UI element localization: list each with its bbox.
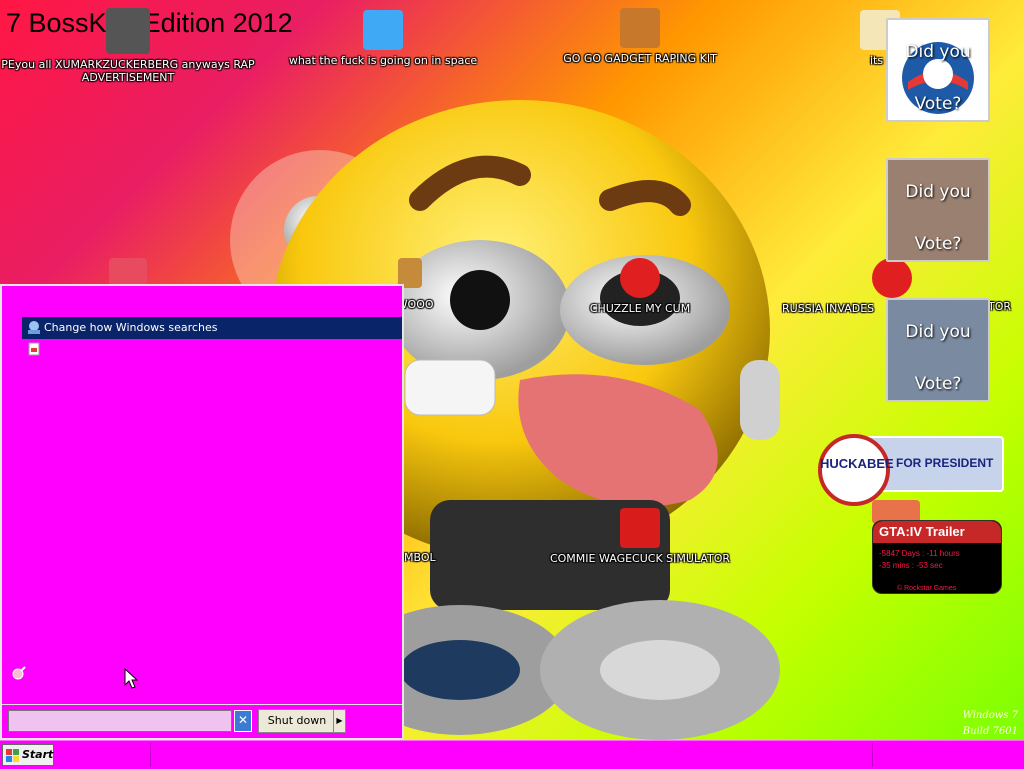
start-menu: Change how Windows searches ✕ Shut down … [0, 284, 404, 740]
start-button[interactable]: Start [2, 744, 54, 766]
start-menu-bottom-bar: ✕ Shut down ▶ [2, 704, 402, 739]
search-result-change-windows-searches[interactable]: Change how Windows searches [22, 317, 402, 339]
mouse-cursor-icon [124, 668, 138, 689]
video-file-icon [106, 8, 150, 54]
desktop-icon-mbol[interactable]: MBOL [404, 551, 444, 564]
vote-gadget-mccain[interactable]: Did you Vote? [886, 158, 990, 262]
gta-countdown-line1: -5847 Days : -11 hours [879, 549, 960, 558]
vote-gadget-obama[interactable]: Did you Vote? [886, 18, 990, 122]
papers-please-icon [620, 508, 660, 548]
shut-down-button[interactable]: Shut down ▶ [258, 709, 346, 733]
radiation-icon [872, 258, 912, 298]
huckabee-name: HUCKABEE [820, 456, 894, 471]
clear-search-icon[interactable]: ✕ [234, 710, 252, 732]
gta-footer: © Rockstar Games [897, 585, 957, 592]
search-result-file-icon[interactable] [28, 342, 40, 356]
search-settings-icon [26, 320, 41, 335]
taskbar-separator [872, 743, 873, 767]
desktop-icon-chuzzle[interactable]: CHUZZLE MY CUM [540, 258, 740, 315]
gta-title: GTA:IV Trailer [879, 524, 965, 539]
desktop-icon-space[interactable]: what the fuck is going on in space [283, 10, 483, 67]
desktop-icon-commie-simulator[interactable]: COMMIE WAGECUCK SIMULATOR [540, 508, 740, 565]
huckabee-gadget[interactable]: HUCKABEE FOR PRESIDENT [818, 434, 1004, 506]
user-pin-icon[interactable] [12, 666, 26, 680]
gta-countdown-line2: -35 mins : -53 sec [879, 561, 943, 570]
gta-countdown-gadget[interactable]: GTA:IV Trailer -5847 Days : -11 hours -3… [872, 520, 1002, 594]
desktop-icon-gadget-kit[interactable]: GO GO GADGET RAPING KIT [540, 8, 740, 65]
shutdown-options-arrow-icon[interactable]: ▶ [333, 710, 345, 732]
desktop-icon-rap-advertisement[interactable]: PEyou all XUMARKZUCKERBERG anyways RAP A… [1, 8, 255, 84]
angry-birds-space-icon [363, 10, 403, 50]
windows-build-watermark: Windows 7 Build 7601 [962, 710, 1018, 737]
windows-flag-icon [6, 749, 19, 762]
desktop-icon-russia[interactable]: RUSSIA INVADES [782, 258, 912, 315]
huckabee-tagline: FOR PRESIDENT [896, 456, 994, 470]
briefcase-icon [620, 8, 660, 48]
chuzzle-icon [620, 258, 660, 298]
taskbar-separator [150, 743, 151, 767]
desktop-icon-its[interactable]: its c [790, 10, 900, 67]
angry-birds-icon [109, 258, 147, 286]
taskbar: Start [0, 740, 1024, 769]
start-search-input[interactable] [8, 710, 232, 732]
desktop-icon-tor[interactable]: TOR [988, 300, 1024, 313]
vote-gadget-clinton[interactable]: Did you Vote? [886, 298, 990, 402]
